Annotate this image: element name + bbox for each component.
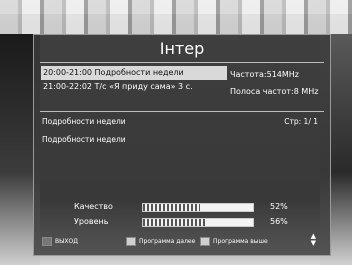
event-list: 20:00-21:00 Подробности недели 21:00-22:… xyxy=(41,66,227,94)
divider xyxy=(40,111,324,112)
description-body: Подробности недели xyxy=(42,135,126,144)
frequency-label: Частота:514MHz xyxy=(230,70,299,79)
background-video xyxy=(0,0,352,34)
exit-key[interactable]: ВЫХОД xyxy=(42,237,78,246)
quality-bar xyxy=(142,203,254,212)
prog-down-key[interactable]: Программа далее xyxy=(126,237,195,246)
event-item-next[interactable]: 21:00-22:02 Т/с «Я приду сама» 3 с. xyxy=(41,80,227,94)
quality-percent: 52% xyxy=(270,202,288,211)
prog-down-key-label: Программа далее xyxy=(139,238,196,245)
level-label: Уровень xyxy=(74,217,109,226)
prog-down-key-icon xyxy=(126,237,136,246)
prog-up-key-label: Программа выше xyxy=(213,238,268,245)
exit-key-label: ВЫХОД xyxy=(55,238,78,245)
bandwidth-label: Полоса частот:8 MHz xyxy=(230,87,319,96)
level-bar-fill xyxy=(143,219,205,226)
channel-title: Інтер xyxy=(159,39,205,58)
up-down-arrows-icon[interactable]: ▲ ▼ xyxy=(311,233,316,247)
level-bar xyxy=(142,218,254,227)
prog-up-key-icon xyxy=(200,237,210,246)
description-title: Подробности недели xyxy=(42,117,126,126)
prog-up-key[interactable]: Программа выше xyxy=(200,237,268,246)
divider xyxy=(40,62,324,63)
page-indicator: Стр: 1/ 1 xyxy=(284,117,318,126)
event-item-current[interactable]: 20:00-21:00 Подробности недели xyxy=(41,66,227,80)
epg-info-panel: Інтер 20:00-21:00 Подробности недели 21:… xyxy=(33,34,331,256)
tuning-info: Частота:514MHz Полоса частот:8 MHz xyxy=(230,66,318,100)
tv-screen: Інтер 20:00-21:00 Подробности недели 21:… xyxy=(0,0,352,265)
exit-key-icon xyxy=(42,237,52,246)
key-hints: ВЫХОД Программа далее Программа выше ▲ ▼ xyxy=(34,233,330,249)
level-percent: 56% xyxy=(270,217,288,226)
quality-label: Качество xyxy=(74,202,113,211)
quality-bar-fill xyxy=(143,204,201,211)
